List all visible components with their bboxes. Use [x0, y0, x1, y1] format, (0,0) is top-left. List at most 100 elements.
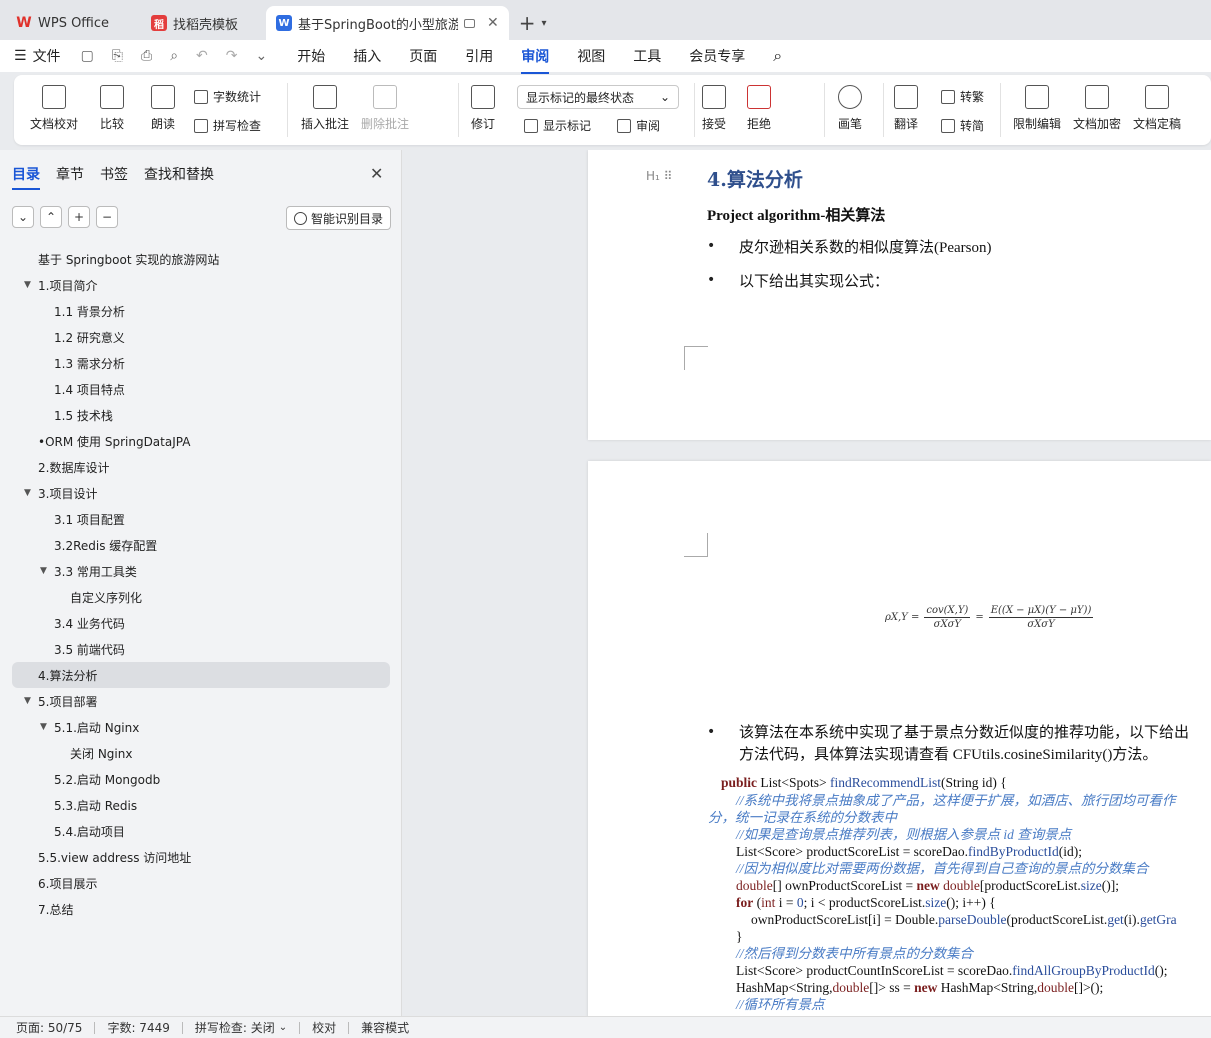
tab-docer-templates[interactable]: 稻 找稻壳模板	[141, 6, 248, 40]
smart-toc-button[interactable]: 智能识别目录	[286, 206, 392, 230]
review-pane-button[interactable]: 审阅	[617, 117, 660, 134]
expand-arrow-icon[interactable]: ▼	[24, 280, 31, 290]
toc-item[interactable]: •ORM 使用 SpringDataJPA	[12, 428, 390, 454]
chevron-down-icon[interactable]: ⌄	[256, 48, 268, 64]
chevron-down-icon[interactable]: ⌄	[12, 206, 34, 228]
share-icon[interactable]: ⎘	[112, 48, 123, 64]
toc-item-label: 1.5 技术栈	[54, 408, 113, 423]
compat-mode: 兼容模式	[361, 1021, 410, 1035]
restrict-edit-button[interactable]: 限制编辑	[1013, 85, 1061, 132]
add-heading-icon[interactable]: +	[68, 206, 90, 228]
toc-item[interactable]: ▼ 3.项目设计	[12, 480, 390, 506]
translate-button[interactable]: 翻译	[894, 85, 918, 132]
toc-item-label: 7.总结	[38, 902, 74, 917]
toc-item[interactable]: 7.总结	[12, 896, 390, 922]
undo-icon[interactable]: ↶	[196, 48, 208, 64]
toc-item[interactable]: 3.1 项目配置	[12, 506, 390, 532]
toc-item[interactable]: 1.3 需求分析	[12, 350, 390, 376]
nav-tabs: 目录 章节 书签 查找和替换	[12, 164, 214, 190]
toc-item[interactable]: 3.5 前端代码	[12, 636, 390, 662]
toc-item[interactable]: 5.2.启动 Mongodb	[12, 766, 390, 792]
word-count[interactable]: 字数: 7449	[107, 1019, 169, 1036]
spell-check-status[interactable]: 拼写检查: 关闭	[195, 1019, 275, 1036]
add-tab-icon[interactable]: +	[519, 11, 536, 35]
doc-check-button[interactable]: 文档校对	[30, 85, 78, 132]
toc-item[interactable]: 1.1 背景分析	[12, 298, 390, 324]
toc-item[interactable]: 1.5 技术栈	[12, 402, 390, 428]
accept-button[interactable]: 接受	[702, 85, 726, 132]
menu-tools[interactable]: 工具	[633, 46, 661, 66]
menu-view[interactable]: 视图	[577, 46, 605, 66]
encrypt-button[interactable]: 文档加密	[1073, 85, 1121, 132]
expand-arrow-icon[interactable]: ▼	[24, 488, 31, 498]
reject-button[interactable]: 拒绝	[747, 85, 771, 132]
markup-mode-select[interactable]: 显示标记的最终状态 ⌄	[517, 85, 679, 109]
tab-find-replace[interactable]: 查找和替换	[144, 164, 214, 190]
remove-heading-icon[interactable]: −	[96, 206, 118, 228]
brush-button[interactable]: 画笔	[838, 85, 862, 132]
toc-item[interactable]: 5.5.view address 访问地址	[12, 844, 390, 870]
toc-item-label: 5.5.view address 访问地址	[38, 850, 192, 865]
expand-arrow-icon[interactable]: ▼	[40, 566, 47, 576]
toc-item[interactable]: 3.4 业务代码	[12, 610, 390, 636]
toc-item[interactable]: 关闭 Nginx	[12, 740, 390, 766]
bullet-text: 该算法在本系统中实现了基于景点分数近似度的推荐功能，以下给出	[739, 725, 1190, 741]
toc-item[interactable]: 自定义序列化	[12, 584, 390, 610]
toc-item[interactable]: 3.2Redis 缓存配置	[12, 532, 390, 558]
redo-icon[interactable]: ↷	[226, 48, 238, 64]
track-changes-button[interactable]: 修订	[471, 85, 495, 132]
print-icon[interactable]: ⎙	[141, 48, 152, 64]
expand-arrow-icon[interactable]: ▼	[24, 696, 31, 706]
menu-home[interactable]: 开始	[297, 46, 325, 66]
toc-item[interactable]: 5.4.启动项目	[12, 818, 390, 844]
delete-comment-button[interactable]: 删除批注	[361, 85, 409, 132]
spell-check-button[interactable]: 拼写检查	[194, 117, 261, 134]
to-simplified-button[interactable]: 转简	[941, 117, 984, 134]
toc-item[interactable]: ▼ 1.项目简介	[12, 272, 390, 298]
toc-item[interactable]: ▼ 5.1.启动 Nginx	[12, 714, 390, 740]
menu-member[interactable]: 会员专享	[689, 46, 745, 66]
toc-item[interactable]: 4.算法分析	[12, 662, 390, 688]
toc-item[interactable]: 1.4 项目特点	[12, 376, 390, 402]
document-area[interactable]: H₁ ⠿ 4.算法分析 Project algorithm-相关算法 • 皮尔逊…	[403, 150, 1211, 1016]
word-count-button[interactable]: 字数统计	[194, 88, 261, 105]
finalize-button[interactable]: 文档定稿	[1133, 85, 1181, 132]
menu-insert[interactable]: 插入	[353, 46, 381, 66]
expand-arrow-icon[interactable]: ▼	[40, 722, 47, 732]
save-icon[interactable]: ▢	[81, 48, 94, 64]
tab-toc[interactable]: 目录	[12, 164, 40, 190]
proofread-button[interactable]: 校对	[312, 1019, 336, 1036]
bullet: •	[707, 272, 716, 288]
toc-item[interactable]: 6.项目展示	[12, 870, 390, 896]
menu-references[interactable]: 引用	[465, 46, 493, 66]
chevron-down-icon[interactable]: ⌄	[279, 1022, 287, 1033]
toc-item[interactable]: 基于 Springboot 实现的旅游网站	[12, 246, 390, 272]
tab-wps-office[interactable]: W WPS Office	[6, 6, 119, 40]
toc-item[interactable]: 5.3.启动 Redis	[12, 792, 390, 818]
read-aloud-button[interactable]: 朗读	[151, 85, 175, 132]
print-preview-icon[interactable]: ⌕	[170, 48, 178, 64]
toc-item[interactable]: 1.2 研究意义	[12, 324, 390, 350]
page-indicator[interactable]: 页面: 50/75	[16, 1019, 82, 1036]
tab-chapters[interactable]: 章节	[56, 164, 84, 190]
compare-button[interactable]: 比较	[100, 85, 124, 132]
toc-item[interactable]: ▼ 5.项目部署	[12, 688, 390, 714]
close-tab-icon[interactable]: ✕	[487, 15, 499, 31]
menu-review[interactable]: 审阅	[521, 46, 550, 74]
insert-comment-button[interactable]: 插入批注	[301, 85, 349, 132]
tab-document[interactable]: W 基于SpringBoot的小型旅游 ✕	[266, 6, 509, 40]
toc-item[interactable]: 2.数据库设计	[12, 454, 390, 480]
file-menu[interactable]: ☰ 文件	[14, 46, 61, 66]
chevron-down-icon[interactable]: ▾	[542, 18, 547, 29]
tab-bookmarks[interactable]: 书签	[100, 164, 128, 190]
menu-page[interactable]: 页面	[409, 46, 437, 66]
heading-marker[interactable]: H₁ ⠿	[646, 169, 672, 183]
close-pane-icon[interactable]: ✕	[370, 164, 383, 183]
chevron-up-icon[interactable]: ⌃	[40, 206, 62, 228]
toc-item-label: 6.项目展示	[38, 876, 98, 891]
show-markup-button[interactable]: 显示标记	[524, 117, 591, 134]
toc-item[interactable]: ▼ 3.3 常用工具类	[12, 558, 390, 584]
search-icon[interactable]: ⌕	[773, 46, 782, 66]
toc-item-label: 1.2 研究意义	[54, 330, 125, 345]
to-traditional-button[interactable]: 转繁	[941, 88, 984, 105]
